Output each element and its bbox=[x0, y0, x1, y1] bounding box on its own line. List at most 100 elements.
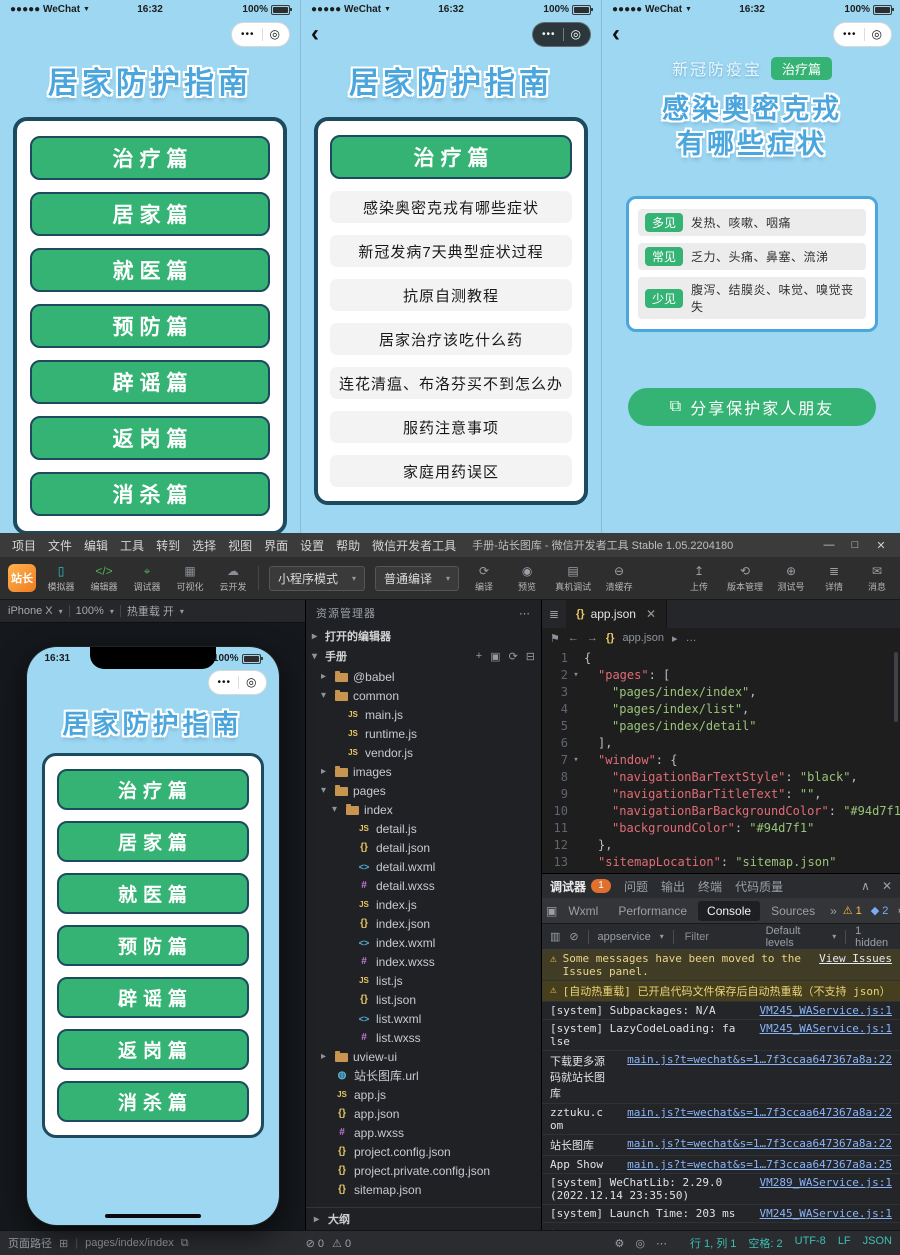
toolbar-upload-button[interactable]: ↥上传 bbox=[684, 564, 714, 593]
menu-item[interactable]: 视图 bbox=[222, 537, 258, 554]
category-nav-button[interactable]: 返岗篇 bbox=[30, 416, 270, 460]
source-link[interactable]: main.js?t=wechat&s=1…7f3ccaa647367a8a:22 bbox=[615, 1137, 892, 1150]
toolbar-realdevice-button[interactable]: ▤真机调试 bbox=[555, 564, 591, 593]
toolbar-editor-button[interactable]: </>编辑器 bbox=[89, 564, 119, 593]
toolbar-debugger-button[interactable]: ⌖调试器 bbox=[132, 564, 162, 593]
panel-tab[interactable]: 问题 bbox=[624, 878, 648, 895]
debugger-title[interactable]: 调试器 1 bbox=[550, 878, 611, 895]
close-panel-icon[interactable]: ✕ bbox=[882, 879, 892, 893]
nav-back-icon[interactable]: ← bbox=[568, 632, 579, 644]
fold-icon[interactable]: ▾ bbox=[568, 667, 584, 684]
toolbar-simulator-button[interactable]: ▯模拟器 bbox=[46, 564, 76, 593]
close-tab-icon[interactable]: ✕ bbox=[646, 607, 656, 621]
article-list-item[interactable]: 抗原自测教程 bbox=[330, 279, 572, 311]
source-link[interactable]: VM245_WAService.js:1 bbox=[748, 1022, 892, 1035]
problem-counts[interactable]: ⊘ 0 ⚠ 0 bbox=[306, 1237, 351, 1250]
clear-console-icon[interactable]: ⊘ bbox=[569, 930, 578, 943]
tree-folder[interactable]: ▸@babel bbox=[306, 667, 541, 686]
tree-file[interactable]: JSindex.js bbox=[306, 895, 541, 914]
code-editor[interactable]: 1{2▾"pages": [3"pages/index/index",4"pag… bbox=[542, 648, 900, 873]
menu-item[interactable]: 项目 bbox=[6, 537, 42, 554]
statusbar-item[interactable]: LF bbox=[838, 1235, 851, 1251]
panel-tab[interactable]: 输出 bbox=[661, 878, 685, 895]
toolbar-detail-button[interactable]: ≣详情 bbox=[819, 564, 849, 593]
refresh-icon[interactable]: ⟳ bbox=[509, 650, 518, 663]
breadcrumb-file[interactable]: app.json bbox=[622, 632, 664, 644]
close-button[interactable]: ✕ bbox=[868, 539, 894, 552]
tree-folder[interactable]: ▾common bbox=[306, 686, 541, 705]
minimize-button[interactable]: — bbox=[816, 539, 842, 552]
capsule-home-icon[interactable]: ◎ bbox=[270, 27, 280, 41]
toolbar-clean-button[interactable]: ⊖清缓存 bbox=[604, 564, 634, 593]
tree-file[interactable]: {}project.config.json bbox=[306, 1142, 541, 1161]
more-icon[interactable]: ⋯ bbox=[656, 1237, 667, 1250]
category-badge[interactable]: 治疗篇 bbox=[771, 57, 832, 80]
info-count-badge[interactable]: ◆2 bbox=[871, 904, 889, 917]
view-issues-link[interactable]: View Issues bbox=[819, 952, 892, 965]
wechat-capsule[interactable]: ••• ◎ bbox=[833, 22, 892, 47]
project-section[interactable]: ▾ 手册 + ▣ ⟳ ⊟ bbox=[306, 646, 541, 666]
menu-item[interactable]: 帮助 bbox=[330, 537, 366, 554]
menu-item[interactable]: 编辑 bbox=[78, 537, 114, 554]
tree-file[interactable]: JSdetail.js bbox=[306, 819, 541, 838]
device-toolbar-icon[interactable]: ▣ bbox=[546, 904, 557, 918]
source-link[interactable]: main.js?t=wechat&s=1…7f3ccaa647367a8a:22 bbox=[615, 1106, 892, 1119]
tree-file[interactable]: #app.wxss bbox=[306, 1123, 541, 1142]
menu-item[interactable]: 工具 bbox=[114, 537, 150, 554]
category-nav-button[interactable]: 居家篇 bbox=[30, 192, 270, 236]
console-sidebar-icon[interactable]: ▥ bbox=[550, 930, 560, 943]
tree-file[interactable]: JSvendor.js bbox=[306, 743, 541, 762]
maximize-button[interactable]: □ bbox=[842, 539, 868, 552]
current-page-path[interactable]: pages/index/index bbox=[85, 1237, 174, 1249]
collapse-panel-icon[interactable]: ∧ bbox=[861, 879, 870, 893]
tree-file[interactable]: JSlist.js bbox=[306, 971, 541, 990]
tree-file[interactable]: JSruntime.js bbox=[306, 724, 541, 743]
compile-mode-select[interactable]: 普通编译 ▾ bbox=[375, 566, 459, 591]
menu-item[interactable]: 转到 bbox=[150, 537, 186, 554]
devtools-tab-sources[interactable]: Sources bbox=[762, 901, 824, 921]
fold-icon[interactable]: ▾ bbox=[568, 752, 584, 769]
panel-tab[interactable]: 终端 bbox=[698, 878, 722, 895]
tree-file[interactable]: JSmain.js bbox=[306, 705, 541, 724]
tree-file[interactable]: ◍站长图库.url bbox=[306, 1066, 541, 1085]
tab-list-icon[interactable]: ≣ bbox=[542, 600, 566, 628]
capsule-more-icon[interactable]: ••• bbox=[843, 29, 857, 40]
devtools-tab-wxml[interactable]: Wxml bbox=[559, 901, 607, 921]
capsule-home-icon[interactable]: ◎ bbox=[872, 27, 882, 41]
category-nav-button[interactable]: 消杀篇 bbox=[57, 1081, 249, 1122]
menu-item[interactable]: 文件 bbox=[42, 537, 78, 554]
article-list-item[interactable]: 连花清瘟、布洛芬买不到怎么办 bbox=[330, 367, 572, 399]
article-list-item[interactable]: 居家治疗该吃什么药 bbox=[330, 323, 572, 355]
tree-file[interactable]: {}app.json bbox=[306, 1104, 541, 1123]
tree-file[interactable]: JSapp.js bbox=[306, 1085, 541, 1104]
tree-file[interactable]: {}project.private.config.json bbox=[306, 1161, 541, 1180]
scrollbar[interactable] bbox=[894, 652, 898, 722]
mode-select[interactable]: 小程序模式 ▾ bbox=[269, 566, 365, 591]
article-list-item[interactable]: 家庭用药误区 bbox=[330, 455, 572, 487]
capsule-more-icon[interactable]: ••• bbox=[218, 677, 232, 688]
tab-appjson[interactable]: {} app.json ✕ bbox=[566, 600, 667, 628]
log-levels-select[interactable]: Default levels bbox=[766, 925, 824, 949]
device-select[interactable]: iPhone X bbox=[8, 605, 53, 617]
tree-file[interactable]: #list.wxss bbox=[306, 1028, 541, 1047]
breadcrumb-more[interactable]: … bbox=[686, 632, 697, 644]
wechat-capsule[interactable]: ••• ◎ bbox=[532, 22, 591, 47]
share-button[interactable]: ⧉ 分享保护家人朋友 bbox=[628, 388, 876, 426]
copy-icon[interactable]: ⧉ bbox=[181, 1237, 189, 1250]
wechat-capsule[interactable]: ••• ◎ bbox=[231, 22, 290, 47]
category-nav-button[interactable]: 消杀篇 bbox=[30, 472, 270, 516]
back-button[interactable]: ‹ bbox=[311, 23, 333, 45]
tree-file[interactable]: {}sitemap.json bbox=[306, 1180, 541, 1199]
tree-file[interactable]: {}list.json bbox=[306, 990, 541, 1009]
toolbar-message-button[interactable]: ✉消息 bbox=[862, 564, 892, 593]
console-filter-input[interactable] bbox=[683, 930, 757, 944]
collapse-icon[interactable]: ⊟ bbox=[526, 650, 535, 663]
bookmark-icon[interactable]: ⚑ bbox=[550, 632, 560, 645]
toolbar-test-button[interactable]: ⊕测试号 bbox=[776, 564, 806, 593]
tree-file[interactable]: {}detail.json bbox=[306, 838, 541, 857]
tree-file[interactable]: #index.wxss bbox=[306, 952, 541, 971]
category-nav-button[interactable]: 就医篇 bbox=[57, 873, 249, 914]
statusbar-item[interactable]: 行 1, 列 1 bbox=[690, 1235, 736, 1251]
menu-item[interactable]: 选择 bbox=[186, 537, 222, 554]
source-link[interactable]: main.js?t=wechat&s=1…7f3ccaa647367a8a:25 bbox=[615, 1158, 892, 1171]
